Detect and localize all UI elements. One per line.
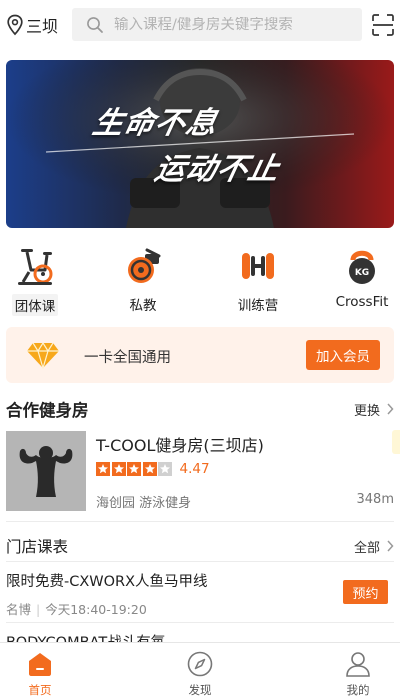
search-icon	[87, 16, 103, 33]
bodybuilder-image	[6, 431, 86, 511]
nav-discover[interactable]: 发现	[160, 651, 240, 698]
nav-label: 首页	[28, 683, 52, 697]
divider	[6, 561, 394, 562]
join-membership-button[interactable]: 加入会员	[306, 340, 380, 370]
whistle-icon	[128, 248, 161, 283]
gym-tags: 海创园 游泳健身	[96, 496, 192, 511]
section-title: 合作健身房	[6, 401, 89, 420]
side-tab[interactable]	[392, 430, 400, 454]
gym-card[interactable]: T-COOL健身房(三坝店) 4.47 海创园 游泳健身 348m	[6, 430, 394, 512]
chevron-right-icon	[387, 403, 394, 415]
category-label: 训练营	[237, 298, 279, 314]
divider	[6, 622, 394, 623]
banner-slogan-line2: 运动不止	[151, 152, 283, 187]
banner-slogan-line1: 生命不息	[89, 106, 221, 141]
category-label: CrossFit	[335, 294, 389, 310]
kettlebell-icon: KG	[349, 250, 375, 284]
category-crossfit[interactable]: KG CrossFit	[317, 246, 400, 316]
svg-text:KG: KG	[355, 268, 369, 278]
dumbbell-icon	[242, 253, 274, 279]
gym-distance: 348m	[356, 492, 394, 507]
star-icon	[96, 462, 110, 476]
class-schedule-header: 门店课表 全部	[6, 533, 394, 559]
compass-icon	[187, 651, 213, 677]
user-icon	[346, 652, 370, 677]
class-time: 今天18:40-19:20	[45, 602, 147, 617]
star-half-icon	[158, 462, 172, 476]
home-icon	[29, 653, 51, 676]
category-label: 团体课	[11, 294, 59, 316]
city-label: 三坝	[26, 17, 59, 36]
class-item[interactable]: 限时免费-CXWORX人鱼马甲线 名博 | 今天18:40-19:20 预约	[6, 570, 394, 620]
search-input[interactable]	[114, 16, 354, 33]
nav-home[interactable]: 首页	[0, 651, 80, 698]
divider	[6, 521, 394, 522]
category-label: 私教	[129, 298, 157, 314]
chevron-right-icon	[387, 540, 394, 552]
category-bootcamp[interactable]: 训练营	[213, 246, 303, 316]
all-label: 全部	[353, 540, 380, 556]
diamond-icon	[27, 341, 59, 369]
membership-text: 一卡全国通用	[84, 350, 171, 366]
change-label: 更换	[353, 403, 380, 419]
spin-bike-icon	[18, 249, 53, 285]
partner-gyms-header: 合作健身房 更换	[6, 396, 394, 422]
class-title: 限时免费-CXWORX人鱼马甲线	[6, 574, 208, 590]
category-personal-trainer[interactable]: 私教	[98, 246, 188, 316]
top-bar: 三坝	[0, 0, 400, 52]
nav-label: 发现	[188, 683, 212, 697]
nav-label: 我的	[346, 683, 370, 697]
bottom-nav: 首页 发现 我的	[0, 642, 400, 700]
promo-banner[interactable]: 生命不息 运动不止	[6, 60, 394, 228]
nav-me[interactable]: 我的	[318, 651, 398, 698]
scan-icon[interactable]	[372, 14, 394, 36]
membership-card[interactable]: 一卡全国通用 加入会员	[6, 327, 394, 383]
search-bar[interactable]	[72, 8, 362, 41]
change-gym-link[interactable]: 更换	[354, 400, 394, 419]
star-icon	[127, 462, 141, 476]
star-icon	[111, 462, 126, 476]
category-row: 团体课 私教 训练营 KG CrossFit	[0, 246, 400, 316]
rating-value: 4.47	[179, 461, 210, 477]
city-selector[interactable]: 三坝	[6, 13, 58, 37]
gym-name: T-COOL健身房(三坝店)	[96, 436, 264, 455]
coach-name: 名博	[6, 602, 32, 617]
star-icon	[142, 462, 157, 476]
section-title: 门店课表	[6, 538, 69, 556]
class-meta: 名博 | 今天18:40-19:20	[6, 602, 147, 617]
book-button[interactable]: 预约	[343, 580, 388, 604]
all-classes-link[interactable]: 全部	[354, 537, 394, 556]
location-pin-icon	[7, 14, 23, 36]
star-rating: 4.47	[96, 461, 210, 477]
category-group-class[interactable]: 团体课	[0, 246, 80, 316]
